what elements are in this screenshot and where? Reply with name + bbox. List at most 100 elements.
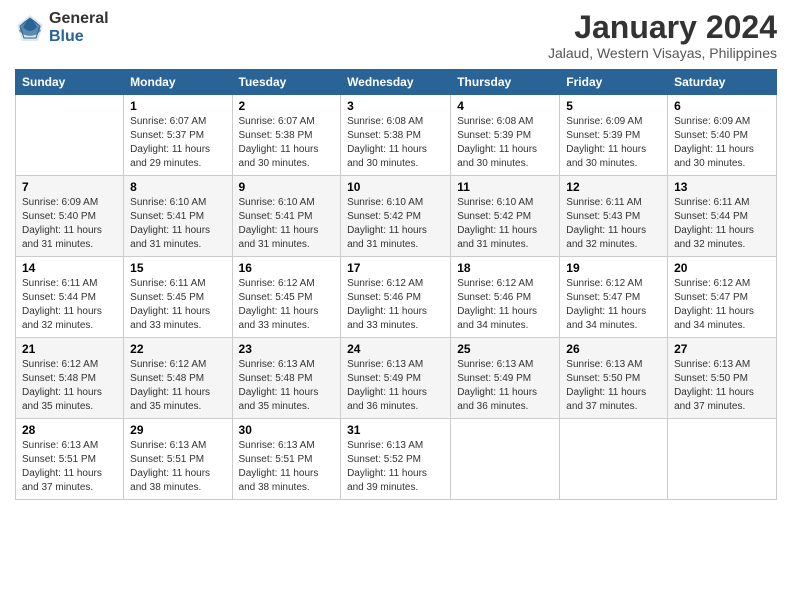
table-row: 14 Sunrise: 6:11 AMSunset: 5:44 PMDayligh… — [16, 257, 124, 338]
day-number: 18 — [457, 261, 553, 275]
day-detail: Sunrise: 6:07 AMSunset: 5:38 PMDaylight:… — [239, 115, 335, 171]
calendar-week-4: 21 Sunrise: 6:12 AMSunset: 5:48 PMDayligh… — [16, 338, 777, 419]
table-row: 8 Sunrise: 6:10 AMSunset: 5:41 PMDaylight… — [124, 176, 232, 257]
day-detail: Sunrise: 6:13 AMSunset: 5:49 PMDaylight:… — [457, 358, 553, 414]
table-row: 20Sunrise: 6:12 AMSunset: 5:47 PMDayligh… — [668, 257, 777, 338]
logo-text: General Blue — [49, 10, 109, 45]
day-number: 11 — [457, 180, 553, 194]
day-number: 27 — [674, 342, 770, 356]
day-number: 7 — [22, 180, 117, 194]
day-number: 29 — [130, 423, 225, 437]
day-number: 25 — [457, 342, 553, 356]
day-number: 17 — [347, 261, 444, 275]
calendar-week-1: 1Sunrise: 6:07 AMSunset: 5:37 PMDaylight… — [16, 95, 777, 176]
logo-blue: Blue — [49, 28, 109, 46]
table-row: 1Sunrise: 6:07 AMSunset: 5:37 PMDaylight… — [124, 95, 232, 176]
day-detail: Sunrise: 6:10 AMSunset: 5:42 PMDaylight:… — [347, 196, 444, 252]
day-header-monday: Monday — [124, 70, 232, 95]
table-row: 13 Sunrise: 6:11 AMSunset: 5:44 PMDayligh… — [668, 176, 777, 257]
day-number: 26 — [566, 342, 661, 356]
day-header-wednesday: Wednesday — [341, 70, 451, 95]
table-row: 26Sunrise: 6:13 AMSunset: 5:50 PMDayligh… — [560, 338, 668, 419]
table-row: 2 Sunrise: 6:07 AMSunset: 5:38 PMDaylight… — [232, 95, 341, 176]
day-detail: Sunrise: 6:13 AMSunset: 5:51 PMDaylight:… — [239, 439, 335, 495]
calendar-table: SundayMondayTuesdayWednesdayThursdayFrid… — [15, 69, 777, 500]
day-detail: Sunrise: 6:10 AMSunset: 5:41 PMDaylight:… — [239, 196, 335, 252]
table-row: 9 Sunrise: 6:10 AMSunset: 5:41 PMDaylight… — [232, 176, 341, 257]
day-detail: Sunrise: 6:13 AMSunset: 5:48 PMDaylight:… — [239, 358, 335, 414]
day-detail: Sunrise: 6:13 AMSunset: 5:52 PMDaylight:… — [347, 439, 444, 495]
table-row — [451, 419, 560, 500]
day-number: 12 — [566, 180, 661, 194]
day-number: 2 — [239, 99, 335, 113]
day-number: 10 — [347, 180, 444, 194]
logo-general: General — [49, 10, 109, 28]
table-row: 15 Sunrise: 6:11 AMSunset: 5:45 PMDayligh… — [124, 257, 232, 338]
day-detail: Sunrise: 6:09 AMSunset: 5:40 PMDaylight:… — [674, 115, 770, 171]
table-row: 23Sunrise: 6:13 AMSunset: 5:48 PMDayligh… — [232, 338, 341, 419]
table-row: 12 Sunrise: 6:11 AMSunset: 5:43 PMDayligh… — [560, 176, 668, 257]
day-number: 28 — [22, 423, 117, 437]
day-detail: Sunrise: 6:08 AMSunset: 5:39 PMDaylight:… — [457, 115, 553, 171]
table-row: 19 Sunrise: 6:12 AMSunset: 5:47 PMDayligh… — [560, 257, 668, 338]
day-number: 19 — [566, 261, 661, 275]
day-detail: Sunrise: 6:13 AMSunset: 5:51 PMDaylight:… — [22, 439, 117, 495]
day-number: 3 — [347, 99, 444, 113]
table-row: 28 Sunrise: 6:13 AMSunset: 5:51 PMDayligh… — [16, 419, 124, 500]
day-detail: Sunrise: 6:12 AMSunset: 5:46 PMDaylight:… — [457, 277, 553, 333]
day-number: 22 — [130, 342, 225, 356]
day-detail: Sunrise: 6:10 AMSunset: 5:41 PMDaylight:… — [130, 196, 225, 252]
table-row: 16Sunrise: 6:12 AMSunset: 5:45 PMDayligh… — [232, 257, 341, 338]
day-detail: Sunrise: 6:11 AMSunset: 5:44 PMDaylight:… — [22, 277, 117, 333]
day-detail: Sunrise: 6:10 AMSunset: 5:42 PMDaylight:… — [457, 196, 553, 252]
day-detail: Sunrise: 6:11 AMSunset: 5:43 PMDaylight:… — [566, 196, 661, 252]
day-number: 14 — [22, 261, 117, 275]
table-row: 21Sunrise: 6:12 AMSunset: 5:48 PMDayligh… — [16, 338, 124, 419]
table-row — [560, 419, 668, 500]
table-row: 31 Sunrise: 6:13 AMSunset: 5:52 PMDayligh… — [341, 419, 451, 500]
location-subtitle: Jalaud, Western Visayas, Philippines — [548, 45, 777, 61]
day-number: 31 — [347, 423, 444, 437]
day-detail: Sunrise: 6:13 AMSunset: 5:50 PMDaylight:… — [674, 358, 770, 414]
month-title: January 2024 — [548, 10, 777, 45]
table-row: 30Sunrise: 6:13 AMSunset: 5:51 PMDayligh… — [232, 419, 341, 500]
table-row: 10 Sunrise: 6:10 AMSunset: 5:42 PMDayligh… — [341, 176, 451, 257]
day-header-thursday: Thursday — [451, 70, 560, 95]
table-row: 11 Sunrise: 6:10 AMSunset: 5:42 PMDayligh… — [451, 176, 560, 257]
calendar-header-row: SundayMondayTuesdayWednesdayThursdayFrid… — [16, 70, 777, 95]
table-row: 18 Sunrise: 6:12 AMSunset: 5:46 PMDayligh… — [451, 257, 560, 338]
day-number: 9 — [239, 180, 335, 194]
day-detail: Sunrise: 6:12 AMSunset: 5:46 PMDaylight:… — [347, 277, 444, 333]
day-number: 21 — [22, 342, 117, 356]
table-row: 29 Sunrise: 6:13 AMSunset: 5:51 PMDayligh… — [124, 419, 232, 500]
day-detail: Sunrise: 6:13 AMSunset: 5:51 PMDaylight:… — [130, 439, 225, 495]
day-number: 15 — [130, 261, 225, 275]
calendar-week-3: 14 Sunrise: 6:11 AMSunset: 5:44 PMDayligh… — [16, 257, 777, 338]
title-section: January 2024 Jalaud, Western Visayas, Ph… — [548, 10, 777, 61]
day-number: 5 — [566, 99, 661, 113]
day-detail: Sunrise: 6:11 AMSunset: 5:44 PMDaylight:… — [674, 196, 770, 252]
table-row — [668, 419, 777, 500]
day-detail: Sunrise: 6:12 AMSunset: 5:47 PMDaylight:… — [566, 277, 661, 333]
table-row — [16, 95, 124, 176]
day-header-friday: Friday — [560, 70, 668, 95]
day-detail: Sunrise: 6:11 AMSunset: 5:45 PMDaylight:… — [130, 277, 225, 333]
table-row: 4 Sunrise: 6:08 AMSunset: 5:39 PMDaylight… — [451, 95, 560, 176]
day-number: 16 — [239, 261, 335, 275]
calendar-week-5: 28 Sunrise: 6:13 AMSunset: 5:51 PMDayligh… — [16, 419, 777, 500]
table-row: 6 Sunrise: 6:09 AMSunset: 5:40 PMDaylight… — [668, 95, 777, 176]
day-detail: Sunrise: 6:12 AMSunset: 5:48 PMDaylight:… — [130, 358, 225, 414]
table-row: 5Sunrise: 6:09 AMSunset: 5:39 PMDaylight… — [560, 95, 668, 176]
day-detail: Sunrise: 6:09 AMSunset: 5:40 PMDaylight:… — [22, 196, 117, 252]
table-row: 3 Sunrise: 6:08 AMSunset: 5:38 PMDaylight… — [341, 95, 451, 176]
day-number: 8 — [130, 180, 225, 194]
day-detail: Sunrise: 6:08 AMSunset: 5:38 PMDaylight:… — [347, 115, 444, 171]
day-number: 6 — [674, 99, 770, 113]
table-row: 22 Sunrise: 6:12 AMSunset: 5:48 PMDayligh… — [124, 338, 232, 419]
day-number: 1 — [130, 99, 225, 113]
calendar-week-2: 7 Sunrise: 6:09 AMSunset: 5:40 PMDaylight… — [16, 176, 777, 257]
day-number: 4 — [457, 99, 553, 113]
day-number: 13 — [674, 180, 770, 194]
table-row: 25 Sunrise: 6:13 AMSunset: 5:49 PMDayligh… — [451, 338, 560, 419]
day-detail: Sunrise: 6:12 AMSunset: 5:47 PMDaylight:… — [674, 277, 770, 333]
